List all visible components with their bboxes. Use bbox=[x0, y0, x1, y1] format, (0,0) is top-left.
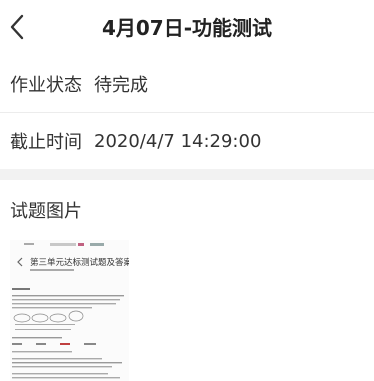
deadline-value: 2020/4/7 14:29:00 bbox=[94, 130, 262, 152]
section-gap bbox=[0, 169, 374, 180]
deadline-label: 截止时间 bbox=[10, 132, 82, 153]
deadline-row: 截止时间 2020/4/7 14:29:00 bbox=[0, 113, 374, 169]
status-label: 作业状态 bbox=[10, 75, 82, 96]
page-title: 4月07日-功能测试 bbox=[101, 16, 273, 40]
status-row: 作业状态 待完成 bbox=[0, 56, 374, 112]
homework-detail-screen: 4月07日-功能测试 作业状态 待完成 截止时间 2020/4/7 14:29:… bbox=[0, 0, 374, 381]
thumbnail-document-graphic: 第三单元达标测试题及答案(1) Ⓐ bbox=[12, 243, 129, 379]
question-image-thumbnail[interactable]: 第三单元达标测试题及答案(1) Ⓐ bbox=[10, 240, 129, 381]
images-section-title: 试题图片 bbox=[10, 201, 82, 222]
top-bar: 4月07日-功能测试 bbox=[0, 0, 374, 56]
status-value: 待完成 bbox=[94, 75, 148, 96]
svg-text:Ⓐ: Ⓐ bbox=[117, 258, 123, 266]
thumbnail-heading: 第三单元达标测试题及答案(1) bbox=[30, 257, 129, 268]
